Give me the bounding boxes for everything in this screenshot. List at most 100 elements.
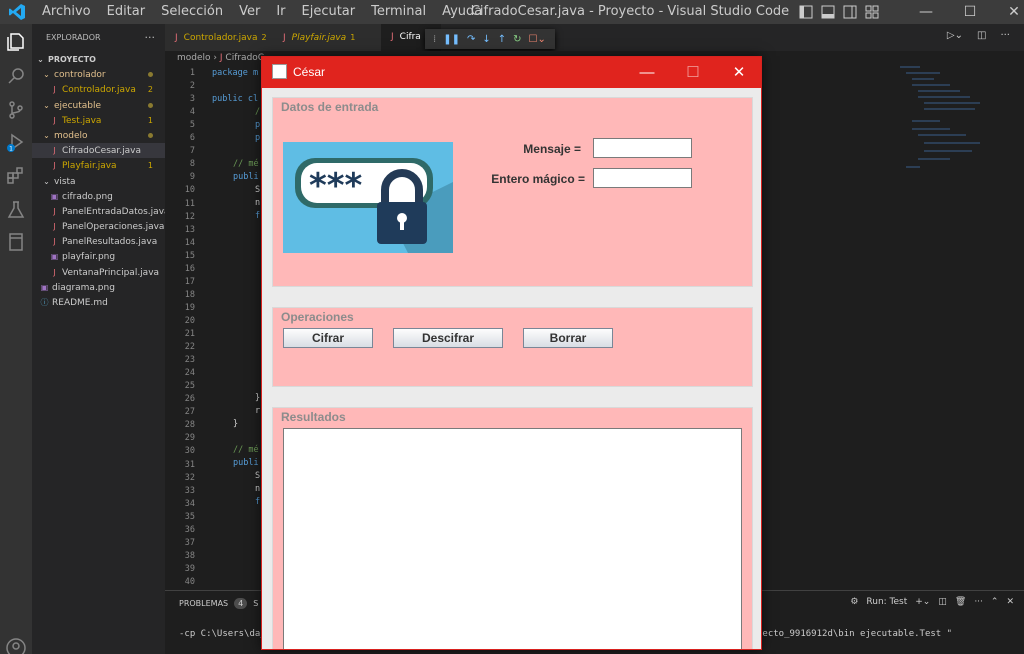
search-icon[interactable] — [4, 64, 28, 88]
tree-file-cifradocesar[interactable]: J CifradoCesar.java — [32, 143, 165, 159]
more-actions-icon[interactable]: ··· — [1000, 30, 1010, 41]
minimize-icon[interactable]: — — [624, 57, 670, 88]
maximize-icon[interactable]: ☐ — [948, 0, 992, 24]
line-number: 4 — [189, 107, 195, 118]
chevron-up-icon[interactable]: ⌃ — [991, 597, 999, 607]
run-icon[interactable]: ▷⌄ — [947, 30, 963, 41]
code-line-4: / — [255, 107, 261, 117]
pause-icon[interactable]: ❚❚ — [443, 34, 460, 45]
code-line-10: S — [255, 185, 261, 195]
java-file-icon: J — [53, 267, 56, 277]
code-line-5: p — [255, 120, 261, 130]
toggle-panel-icon[interactable] — [820, 4, 836, 20]
close-icon[interactable]: ✕ — [992, 0, 1024, 24]
tab-controlador[interactable]: J Controlador.java 2 — [165, 24, 273, 51]
chevron-down-icon: ⌄ — [43, 176, 50, 186]
add-terminal-icon[interactable]: +⌄ — [915, 597, 930, 607]
java-file-icon: J — [53, 206, 56, 216]
menu-editar[interactable]: Editar — [99, 0, 154, 24]
more-actions-icon[interactable]: ··· — [974, 597, 983, 607]
terminal-run-test[interactable]: Run: Test — [866, 597, 907, 607]
menu-ver[interactable]: Ver — [231, 0, 268, 24]
line-number: 35 — [184, 511, 195, 522]
menu-terminal[interactable]: Terminal — [363, 0, 434, 24]
split-editor-icon[interactable]: ◫ — [977, 30, 986, 41]
close-icon[interactable]: ✕ — [716, 57, 761, 88]
code-line-33: n — [255, 484, 261, 494]
stop-icon[interactable]: ☐⌄ — [529, 34, 546, 45]
tree-file-diagrama-png[interactable]: ▣ diagrama.png — [32, 280, 165, 295]
minimize-icon[interactable]: — — [904, 0, 948, 24]
tree-folder-vista[interactable]: ⌄ vista — [32, 174, 165, 189]
explorer-title: EXPLORADOR — [46, 33, 101, 42]
menu-archivo[interactable]: Archivo — [34, 0, 99, 24]
tree-file-readme[interactable]: ⓘ README.md — [32, 295, 165, 310]
testing-icon[interactable] — [4, 198, 28, 222]
tab-output[interactable]: S — [253, 599, 258, 608]
entero-magico-input[interactable] — [593, 168, 692, 188]
terminal-output-right: yecto_9916912d\bin ejecutable.Test " — [757, 629, 953, 639]
menu-seleccion[interactable]: Selección — [153, 0, 231, 24]
step-over-icon[interactable]: ↷ — [467, 34, 475, 45]
trash-icon[interactable]: 🗑 — [955, 597, 966, 607]
project-root[interactable]: ⌄ PROYECTO — [32, 52, 165, 67]
menu-ejecutar[interactable]: Ejecutar — [294, 0, 364, 24]
cifrar-button[interactable]: Cifrar — [283, 328, 373, 348]
tree-item-label: playfair.png — [62, 252, 116, 263]
explorer-icon[interactable] — [4, 30, 28, 54]
source-control-icon[interactable] — [4, 98, 28, 122]
cesar-titlebar[interactable]: César — ☐ ✕ — [262, 57, 761, 88]
restart-icon[interactable]: ↻ — [513, 34, 521, 45]
tab-problems[interactable]: PROBLEMAS — [179, 599, 228, 608]
minimap[interactable] — [900, 65, 1010, 185]
tree-file-test[interactable]: J Test.java 1 — [32, 113, 165, 128]
line-number: 29 — [184, 433, 195, 444]
borrar-button[interactable]: Borrar — [523, 328, 613, 348]
tab-playfair[interactable]: J Playfair.java 1 — [273, 24, 381, 51]
tree-folder-controlador[interactable]: ⌄ controlador — [32, 67, 165, 82]
line-number: 6 — [189, 133, 195, 144]
tab-label: Cifra — [399, 32, 421, 42]
tree-file-playfair[interactable]: J Playfair.java 1 — [32, 158, 165, 173]
toggle-secondary-sidebar-icon[interactable] — [842, 4, 858, 20]
tree-file-playfair-png[interactable]: ▣ playfair.png — [32, 249, 165, 264]
mensaje-input[interactable] — [593, 138, 692, 158]
modified-dot — [148, 72, 153, 78]
drag-handle-icon[interactable]: ⁞ — [433, 34, 436, 45]
extensions-icon[interactable] — [4, 164, 28, 188]
step-out-icon[interactable]: ↑ — [498, 34, 506, 45]
tree-file-controlador[interactable]: J Controlador.java 2 — [32, 82, 165, 97]
run-debug-icon[interactable]: 1 — [4, 130, 28, 154]
account-icon[interactable] — [4, 636, 28, 654]
breadcrumb-folder[interactable]: modelo — [177, 53, 211, 63]
tree-file-panelentradadatos[interactable]: J PanelEntradaDatos.java — [32, 204, 169, 219]
explorer-header: EXPLORADOR ··· — [32, 24, 165, 52]
results-textarea[interactable] — [283, 428, 742, 649]
tree-file-cifrado-png[interactable]: ▣ cifrado.png — [32, 189, 165, 204]
toggle-sidebar-icon[interactable] — [798, 4, 814, 20]
line-number: 24 — [184, 368, 195, 379]
tree-file-ventanaprincipal[interactable]: J VentanaPrincipal.java — [32, 265, 165, 280]
entero-magico-label: Entero mágico = — [491, 172, 585, 186]
code-line-32: S — [255, 471, 261, 481]
descifrar-button[interactable]: Descifrar — [393, 328, 503, 348]
code-line-9: publi — [233, 172, 259, 182]
tree-item-label: PanelOperaciones.java — [62, 222, 165, 233]
line-number: 7 — [189, 146, 195, 157]
line-number: 13 — [184, 224, 195, 235]
tree-file-paneloperaciones[interactable]: J PanelOperaciones.java — [32, 219, 165, 234]
close-panel-icon[interactable]: ✕ — [1006, 597, 1014, 607]
line-number: 9 — [189, 172, 195, 183]
more-actions-icon[interactable]: ··· — [145, 24, 156, 52]
maximize-icon[interactable]: ☐ — [670, 57, 716, 88]
step-into-icon[interactable]: ↓ — [482, 34, 490, 45]
customize-layout-icon[interactable] — [864, 4, 880, 20]
remote-explorer-icon[interactable] — [4, 230, 28, 254]
chevron-down-icon: ⌄ — [37, 55, 44, 64]
tree-folder-ejecutable[interactable]: ⌄ ejecutable — [32, 98, 165, 113]
tree-folder-modelo[interactable]: ⌄ modelo — [32, 128, 165, 143]
tree-file-panelresultados[interactable]: J PanelResultados.java — [32, 234, 165, 249]
breadcrumb-file[interactable]: CifradoC — [225, 53, 264, 63]
menu-ir[interactable]: Ir — [268, 0, 293, 24]
split-terminal-icon[interactable]: ◫ — [938, 597, 947, 607]
